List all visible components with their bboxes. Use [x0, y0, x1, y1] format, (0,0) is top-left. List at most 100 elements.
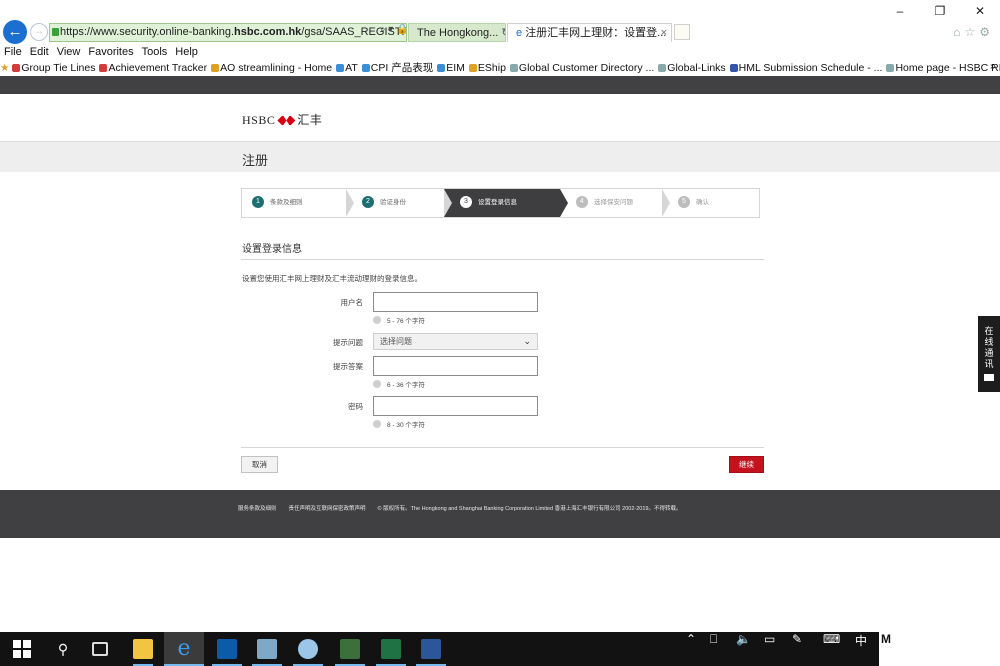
window-controls: – ❐ ✕	[880, 0, 1000, 22]
restore-icon[interactable]: ❐	[920, 0, 960, 22]
windows-start-icon[interactable]	[12, 639, 32, 659]
chevron-down-icon: ⌄	[523, 336, 531, 346]
info-dot-icon	[373, 380, 381, 388]
favorite-site-icon	[509, 64, 518, 72]
favorite-link[interactable]: EIM	[437, 62, 465, 74]
username-label: 用户名	[340, 298, 364, 307]
remote-desktop-icon[interactable]	[257, 639, 277, 659]
task-view-icon[interactable]	[92, 642, 108, 656]
favorite-link[interactable]: EShip	[468, 62, 506, 74]
section-description: 设置您使用汇丰网上理财及汇丰流动理财的登录信息。	[242, 274, 422, 283]
step-5: 5 确认	[662, 189, 759, 217]
chat-char: 讯	[984, 359, 994, 369]
password-input[interactable]	[373, 396, 538, 416]
favorite-label: EShip	[477, 62, 506, 74]
continue-button[interactable]: 继续	[729, 456, 764, 473]
taskbar-clock[interactable]: 10:32 2019/7/25	[903, 636, 951, 662]
close-tab-icon[interactable]: ×	[661, 24, 667, 42]
tab-hongkong[interactable]: The Hongkong... ↻	[408, 23, 506, 42]
favorite-link[interactable]: Global-Links	[658, 62, 726, 74]
menu-bar: File Edit View Favorites Tools Help	[0, 44, 1000, 60]
favorite-site-icon	[336, 64, 345, 72]
browser-toolbar-icons: ⌂☆⚙	[953, 25, 994, 39]
page-title: 注册	[242, 153, 269, 168]
favorite-link[interactable]: AO streamlining - Home	[211, 62, 332, 74]
menu-edit[interactable]: Edit	[30, 46, 49, 58]
favorite-label: Global Customer Directory ...	[518, 62, 655, 74]
tab-registration[interactable]: e 注册汇丰网上理财：设置登... ×	[507, 23, 672, 42]
site-header: HSBC 汇丰	[0, 94, 1000, 142]
footer-copyright: © 版权所有。The Hongkong and Shanghai Banking…	[377, 506, 682, 512]
question-label: 提示问题	[333, 338, 363, 347]
action-center-icon[interactable]: □	[966, 632, 1000, 666]
favorite-link[interactable]: CPI 产品表现	[361, 62, 433, 74]
chat-char: 在	[984, 326, 994, 336]
app-icon[interactable]	[340, 639, 360, 659]
step-number: 2	[362, 196, 374, 208]
tab-label: 注册汇丰网上理财：设置登...	[525, 27, 667, 39]
step-number: 4	[576, 196, 588, 208]
home-icon[interactable]: ⌂	[953, 25, 964, 39]
favorite-label: Global-Links	[667, 62, 726, 74]
close-window-icon[interactable]: ✕	[960, 0, 1000, 22]
footer-link-privacy[interactable]: 责任声明及互联网保密政策声明	[289, 506, 366, 512]
question-select[interactable]: 选择问题 ⌄	[373, 333, 538, 350]
question-select-value: 选择问题	[380, 337, 412, 346]
step-separator	[444, 189, 452, 217]
address-domain: hsbc.com.hk	[234, 26, 302, 38]
step-label: 选择保安问题	[594, 199, 633, 206]
favorite-link[interactable]: Achievement Tracker	[99, 62, 207, 74]
step-2: 2 验证身份	[346, 189, 444, 217]
tab-label: The Hongkong...	[417, 27, 499, 39]
menu-help[interactable]: Help	[175, 46, 198, 58]
cancel-button[interactable]: 取消	[241, 456, 278, 473]
favorite-site-icon	[886, 64, 895, 72]
favorite-label: HML Submission Schedule - ...	[738, 62, 883, 74]
back-button[interactable]: ←	[3, 20, 27, 44]
answer-label: 提示答案	[333, 362, 363, 371]
new-tab-button[interactable]	[674, 24, 690, 40]
info-dot-icon	[373, 316, 381, 324]
menu-tools[interactable]: Tools	[142, 46, 168, 58]
word-icon[interactable]	[421, 639, 441, 659]
answer-input[interactable]	[373, 356, 538, 376]
favorite-link[interactable]: Home page - HSBC RMP	[886, 62, 1000, 74]
online-chat-tab[interactable]: 在 线 通 讯	[978, 316, 1000, 392]
hsbc-logo[interactable]: HSBC 汇丰	[242, 111, 322, 128]
favorite-link[interactable]: Group Tie Lines	[12, 62, 95, 74]
file-explorer-icon[interactable]	[133, 639, 153, 659]
chat-app-icon[interactable]	[298, 639, 318, 659]
favorite-label: Group Tie Lines	[21, 62, 96, 74]
chat-bubble-icon	[984, 374, 994, 381]
answer-hint: 6 - 36 个字符	[373, 380, 425, 390]
step-label: 验证身份	[380, 199, 406, 206]
footer-link-terms[interactable]: 服务条款及细则	[238, 506, 277, 512]
favorite-label: Home page - HSBC RMP	[895, 62, 1000, 74]
password-hint: 8 - 30 个字符	[373, 420, 425, 430]
favorite-site-icon	[361, 64, 370, 72]
favorites-more-button[interactable]: »	[990, 60, 996, 72]
menu-view[interactable]: View	[57, 46, 81, 58]
outlook-icon[interactable]	[217, 639, 237, 659]
forward-button[interactable]: →	[30, 23, 48, 41]
favorite-site-icon	[437, 64, 446, 72]
refresh-icon[interactable]: ↻	[501, 27, 505, 39]
dropdown-icon[interactable]: ▾	[388, 24, 393, 35]
step-number: 3	[460, 196, 472, 208]
internet-explorer-icon[interactable]: e	[174, 638, 194, 660]
username-input[interactable]	[373, 292, 538, 312]
menu-file[interactable]: File	[4, 46, 22, 58]
favorite-link[interactable]: HML Submission Schedule - ...	[729, 62, 883, 74]
excel-icon[interactable]	[381, 639, 401, 659]
favorites-star-icon[interactable]: ☆	[964, 25, 979, 39]
search-icon[interactable]: ⚲	[53, 639, 73, 659]
minimize-icon[interactable]: –	[880, 0, 920, 22]
username-hint: 5 - 76 个字符	[373, 316, 425, 326]
favorite-link[interactable]: Global Customer Directory ...	[509, 62, 655, 74]
progress-steps: 1 条款及细则 2 验证身份 3 设置登录信息 4 选择保安问题 5 确认	[241, 188, 760, 218]
menu-favorites[interactable]: Favorites	[88, 46, 133, 58]
settings-gear-icon[interactable]: ⚙	[979, 25, 994, 39]
address-bar[interactable]: https://www.security.online-banking.hsbc…	[49, 23, 407, 42]
favorite-link[interactable]: AT	[336, 62, 358, 74]
search-icon[interactable]: ⌕	[380, 24, 386, 35]
